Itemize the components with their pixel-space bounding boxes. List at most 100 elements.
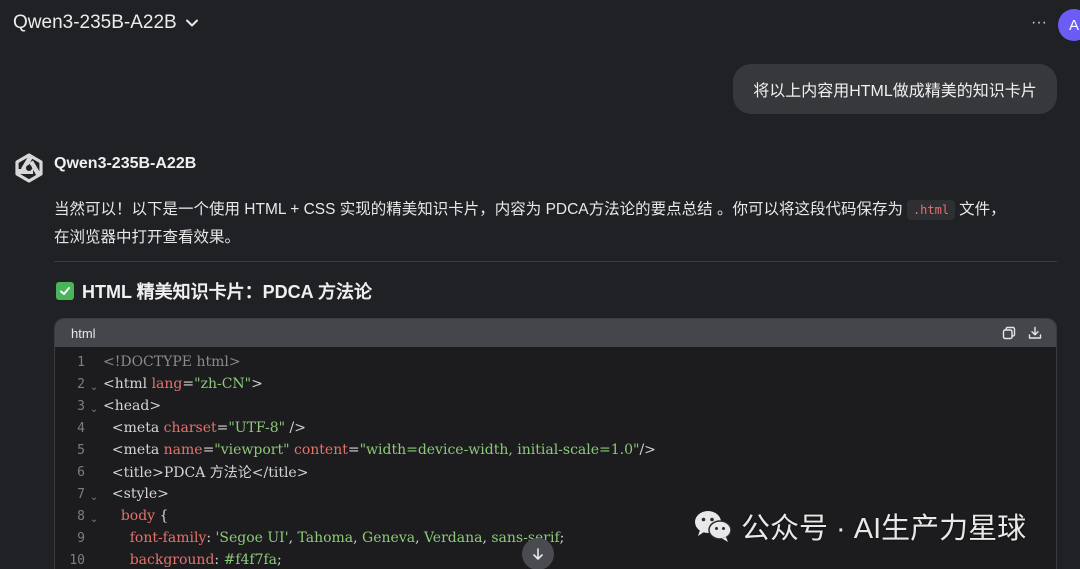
avatar[interactable]: A [1058,9,1080,41]
code-token: : [214,552,224,568]
model-selector[interactable]: Qwen3-235B-A22B [13,12,199,34]
code-token: { [155,508,169,524]
assistant-name: Qwen3-235B-A22B [54,155,197,172]
assistant-intro: 当然可以！以下是一个使用 HTML + CSS 实现的精美知识卡片，内容为 PD… [54,196,1054,252]
download-icon[interactable] [1028,326,1042,340]
code-token: <style> [111,486,169,502]
code-line: 3 ⌄ <head> [55,395,1056,417]
code-token: = [216,420,229,436]
code-text: background: #f4f7fa; [103,552,282,568]
chevron-down-icon [185,19,198,27]
code-text: body { [103,508,169,524]
code-text: font-family: 'Segoe UI', Tahoma, Geneva,… [103,530,565,546]
code-token: <meta [111,442,164,458]
divider [54,261,1057,262]
code-token: charset [163,420,217,436]
code-token: /> [285,420,307,436]
code-line: 10 background: #f4f7fa; [55,549,1056,569]
code-text: <html lang="zh-CN"> [103,376,263,392]
line-number: 4 [77,420,85,436]
wechat-icon [695,511,732,542]
fold-chevron-icon[interactable]: ⌄ [85,376,103,393]
code-token: = [347,442,360,458]
watermark-text: 公众号 · AI生产力星球 [741,513,1027,545]
code-token: "width=device-width, initial-scale=1.0" [359,442,640,458]
line-number: 1 [77,354,85,370]
code-token: Verdana [423,530,483,546]
line-number: 2 [77,376,85,392]
code-token: content [294,442,348,458]
code-token: "UTF-8" [228,420,286,436]
intro-text-2: 文件， [959,201,1006,218]
code-token: Tahoma [297,530,354,546]
code-token: background [129,552,215,568]
code-token: <meta [111,420,164,436]
code-actions [1002,326,1042,340]
code-token: , [353,530,363,546]
chat-page: Qwen3-235B-A22B ··· A 将以上内容用HTML做成精美的知识卡… [0,0,1080,569]
code-line: 2 ⌄ <html lang="zh-CN"> [55,373,1056,395]
code-text: <!DOCTYPE html> [103,354,241,370]
code-language: html [71,325,96,341]
arrow-down-icon [533,548,543,560]
code-token: , [415,530,424,546]
code-token: 'Segoe UI' [215,530,289,546]
code-token: > [251,376,263,392]
line-number: 6 [77,464,85,480]
code-token: ; [559,530,565,546]
code-token: font-family [129,530,207,546]
fold-chevron-icon[interactable]: ⌄ [85,398,103,415]
copy-icon[interactable] [1002,326,1016,340]
code-line: 6 <title>PDCA 方法论</title> [55,461,1056,483]
code-line: 5 <meta name="viewport" content="width=d… [55,439,1056,461]
code-token: : [206,530,216,546]
code-text: <style> [103,486,169,502]
code-text: <head> [103,398,161,414]
line-number: 8 [77,508,85,524]
model-name: Qwen3-235B-A22B [13,12,177,33]
intro-text-3: 在浏览器中打开查看效果。 [54,229,241,246]
watermark: 公众号 · AI生产力星球 [693,505,1026,547]
more-icon[interactable]: ··· [1031,14,1047,32]
code-token: <!DOCTYPE html> [103,354,241,370]
code-token: Geneva [362,530,416,546]
code-line: 7 ⌄ <style> [55,483,1056,505]
line-number: 9 [77,530,85,546]
code-token: <html [103,376,152,392]
fold-chevron-icon[interactable]: ⌄ [85,486,103,503]
code-token: lang [151,376,183,392]
code-header: html [55,319,1056,347]
code-token: ; [277,552,282,568]
line-number: 5 [77,442,85,458]
code-token: = [202,442,215,458]
code-token: #f4f7fa [223,552,278,568]
code-line: 4 <meta charset="UTF-8" /> [55,417,1056,439]
avatar-letter: A [1069,16,1080,34]
code-token: "zh-CN" [194,376,252,392]
code-token: PDCA 方法论 [163,465,252,481]
code-text: <meta charset="UTF-8" /> [103,420,306,436]
code-token: name [163,442,203,458]
code-token: body [120,508,156,524]
check-icon [56,282,74,300]
fold-chevron-icon[interactable]: ⌄ [85,508,103,525]
code-token: <head> [103,398,162,414]
qwen-logo-icon [15,153,43,183]
code-token: <title> [111,465,164,481]
code-token: </title> [251,465,309,481]
code-line: 1 <!DOCTYPE html> [55,351,1056,373]
scroll-down-button[interactable] [522,538,554,569]
inline-code: .html [906,200,956,220]
line-number: 3 [77,398,85,414]
code-text: <meta name="viewport" content="width=dev… [103,442,656,458]
code-token: = [182,376,195,392]
code-text: <title>PDCA 方法论</title> [103,462,309,482]
line-number: 7 [77,486,85,502]
code-token: /> [639,442,656,458]
line-number: 10 [69,552,85,568]
